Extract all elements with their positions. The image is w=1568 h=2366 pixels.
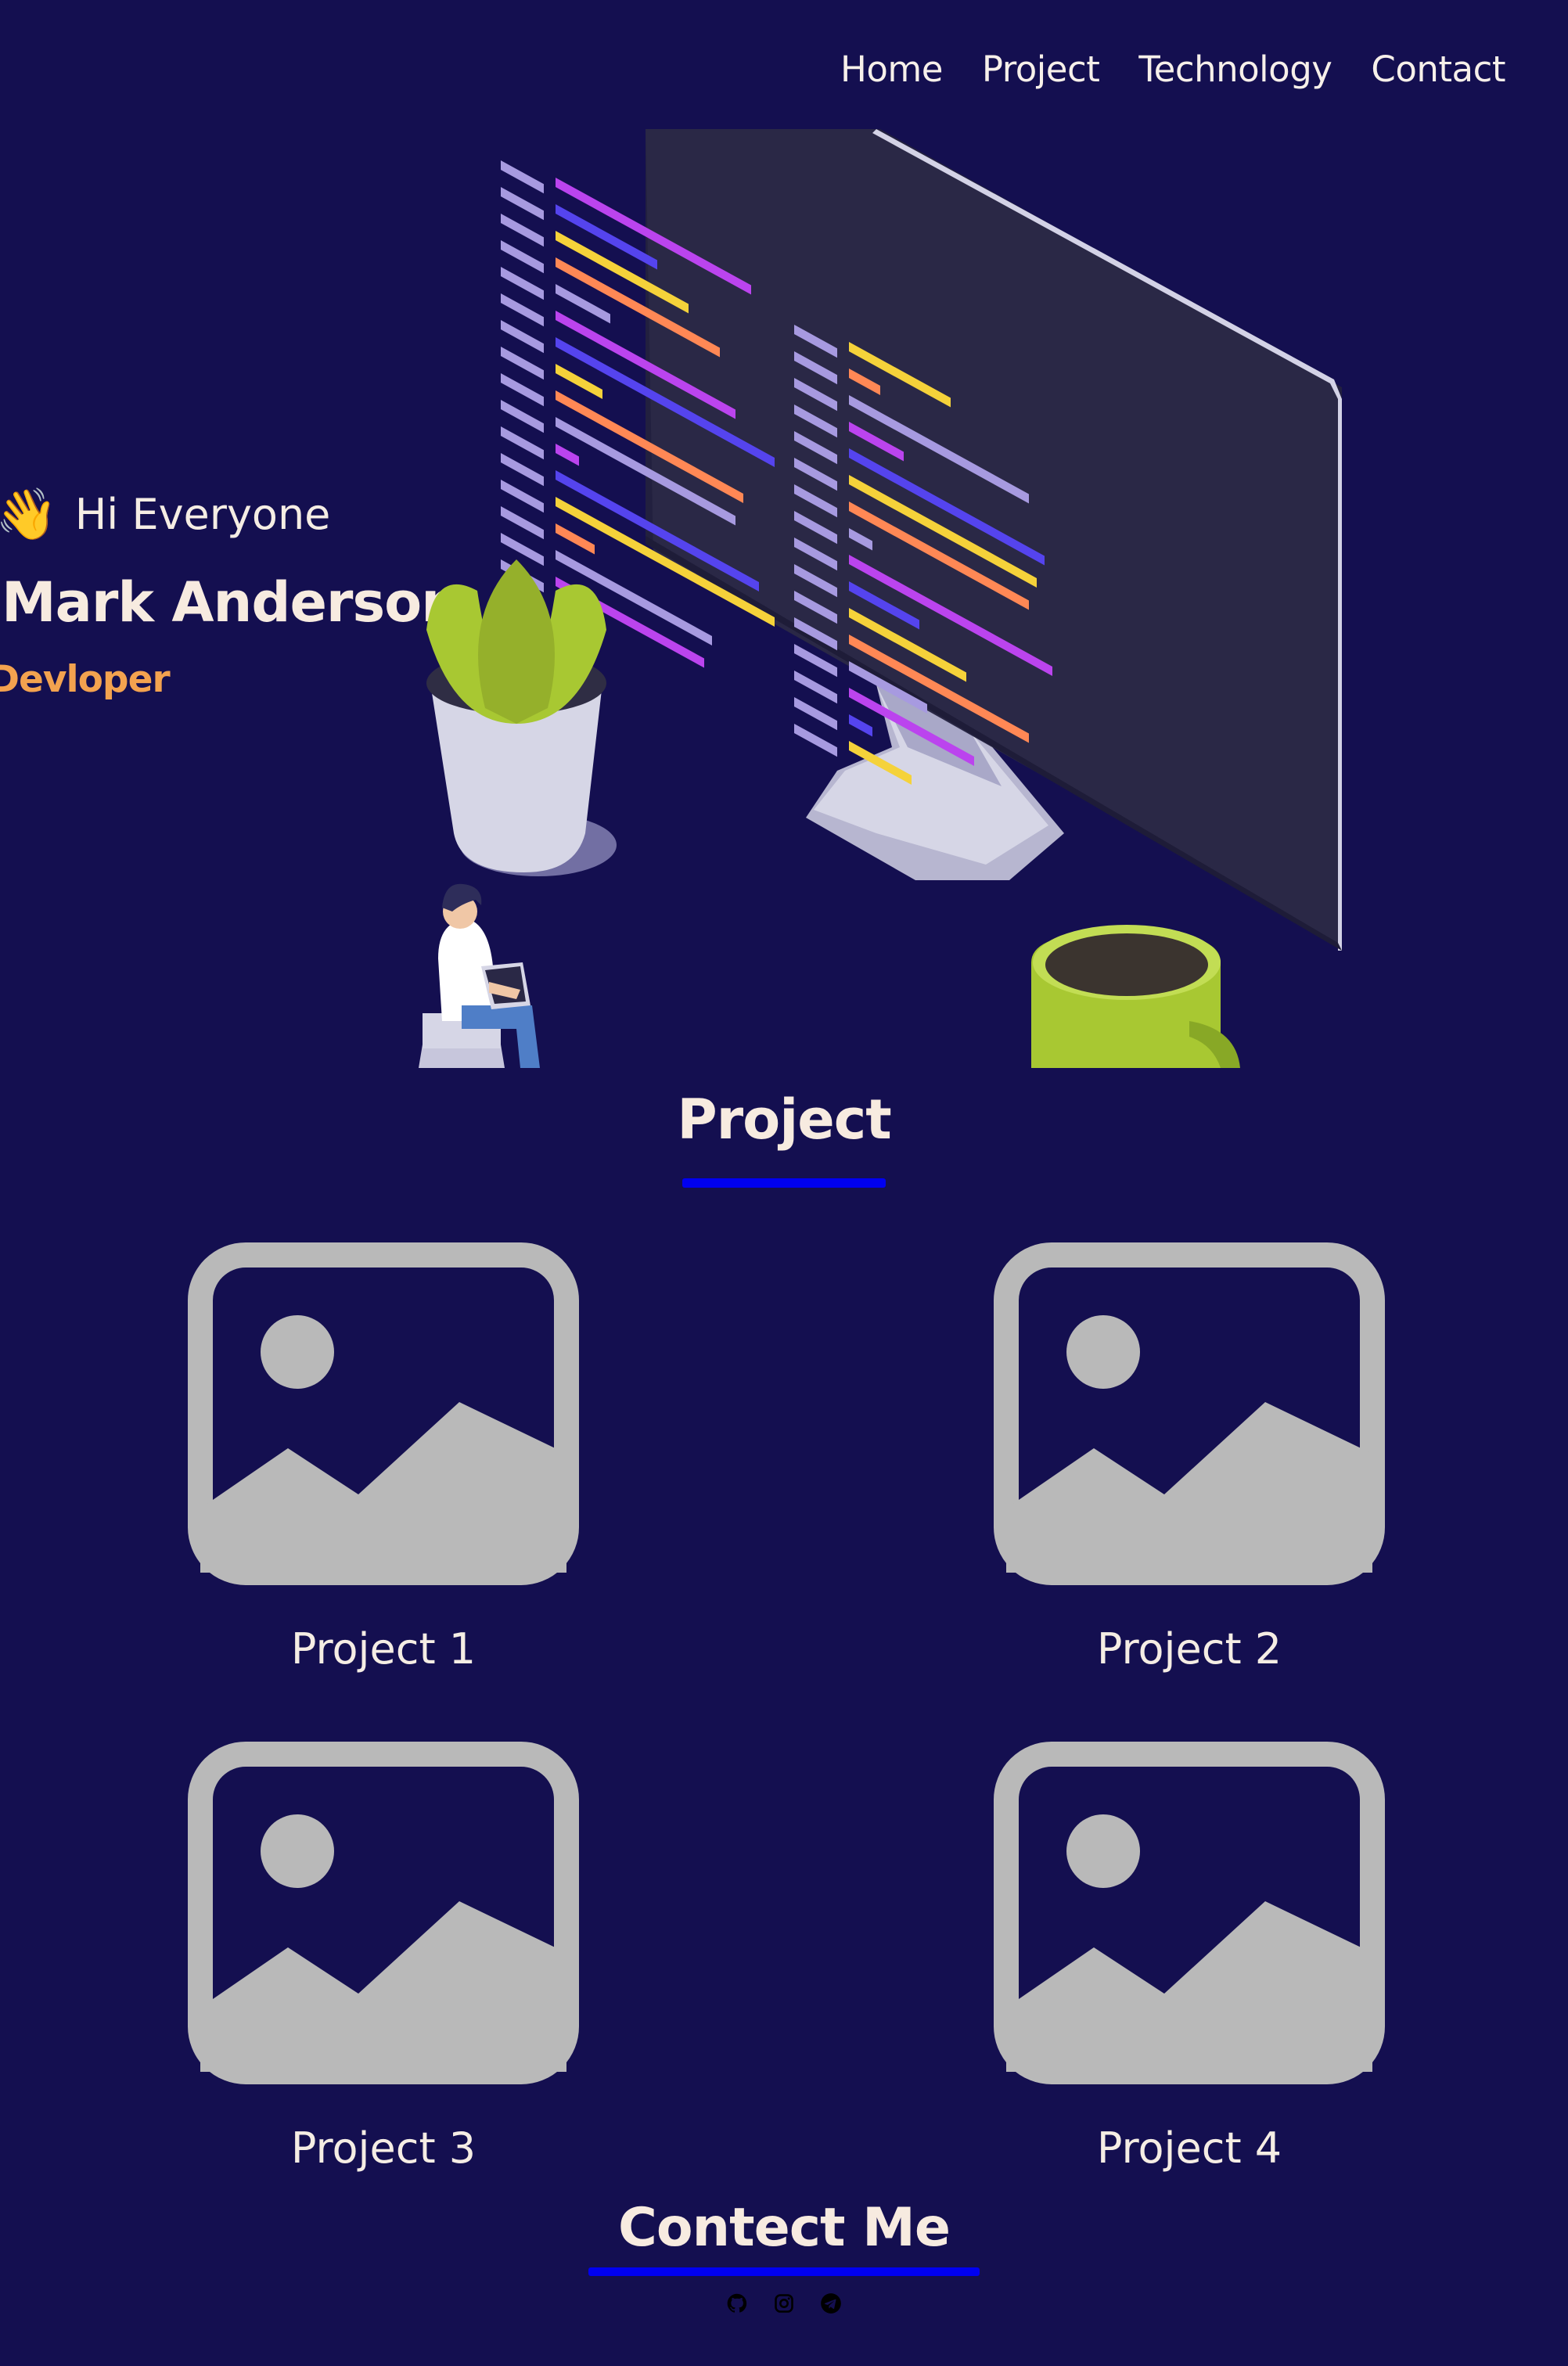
code-line [849,714,872,737]
code-line [501,373,544,407]
project-card-3[interactable]: Project 3 [188,1742,579,2173]
code-line [501,480,544,513]
code-line [556,523,595,555]
code-line [501,426,544,460]
project-2-label: Project 2 [1096,1624,1282,1674]
code-line [794,671,837,704]
code-line [794,724,837,757]
top-nav: Home Project Technology Contact [840,49,1506,90]
image-placeholder-icon [994,1742,1385,2084]
project-card-4[interactable]: Project 4 [994,1742,1385,2173]
code-line [501,293,544,327]
coffee-mug [1031,925,1240,1068]
contact-section-title: Contect Me [618,2197,951,2259]
social-links [0,2292,1568,2314]
image-placeholder-icon [188,1242,579,1585]
code-line [501,533,544,566]
person-with-laptop [419,883,540,1068]
code-line [556,444,579,466]
projects-section-title: Project [677,1088,891,1152]
developer-workspace-illustration [419,129,1342,1068]
nav-technology-link[interactable]: Technology [1138,49,1332,90]
waving-hand-icon: 👋 [0,486,58,544]
code-line [501,267,544,300]
github-icon[interactable] [726,2292,748,2314]
code-line [794,697,837,731]
project-1-label: Project 1 [290,1624,477,1674]
nav-contact-link[interactable]: Contact [1371,49,1505,90]
code-line [556,364,602,399]
contact-title-underline [588,2267,980,2276]
nav-project-link[interactable]: Project [982,49,1100,90]
project-3-label: Project 3 [290,2123,477,2173]
project-card-2[interactable]: Project 2 [994,1242,1385,1674]
code-line [501,320,544,354]
image-placeholder-icon [188,1742,579,2084]
greeting-text: Hi Everyone [74,490,331,539]
image-placeholder-icon [994,1242,1385,1585]
hero-intro: 👋 Hi Everyone Mark Anderson Devloper [0,485,469,701]
code-line [501,240,544,274]
code-line [501,506,544,540]
hero-name: Mark Anderson [2,570,460,635]
projects-title-underline [682,1178,886,1188]
code-line [501,160,544,194]
hero-role: Devloper [0,658,171,701]
code-line [501,453,544,487]
code-line [501,214,544,247]
project-4-label: Project 4 [1096,2123,1282,2173]
nav-home-link[interactable]: Home [840,49,943,90]
code-line [501,187,544,221]
greeting: 👋 Hi Everyone [0,485,469,544]
instagram-icon[interactable] [773,2292,795,2314]
project-card-1[interactable]: Project 1 [188,1242,579,1674]
code-line [501,347,544,380]
potted-plant [426,559,617,876]
telegram-icon[interactable] [820,2292,842,2314]
code-line [501,400,544,433]
